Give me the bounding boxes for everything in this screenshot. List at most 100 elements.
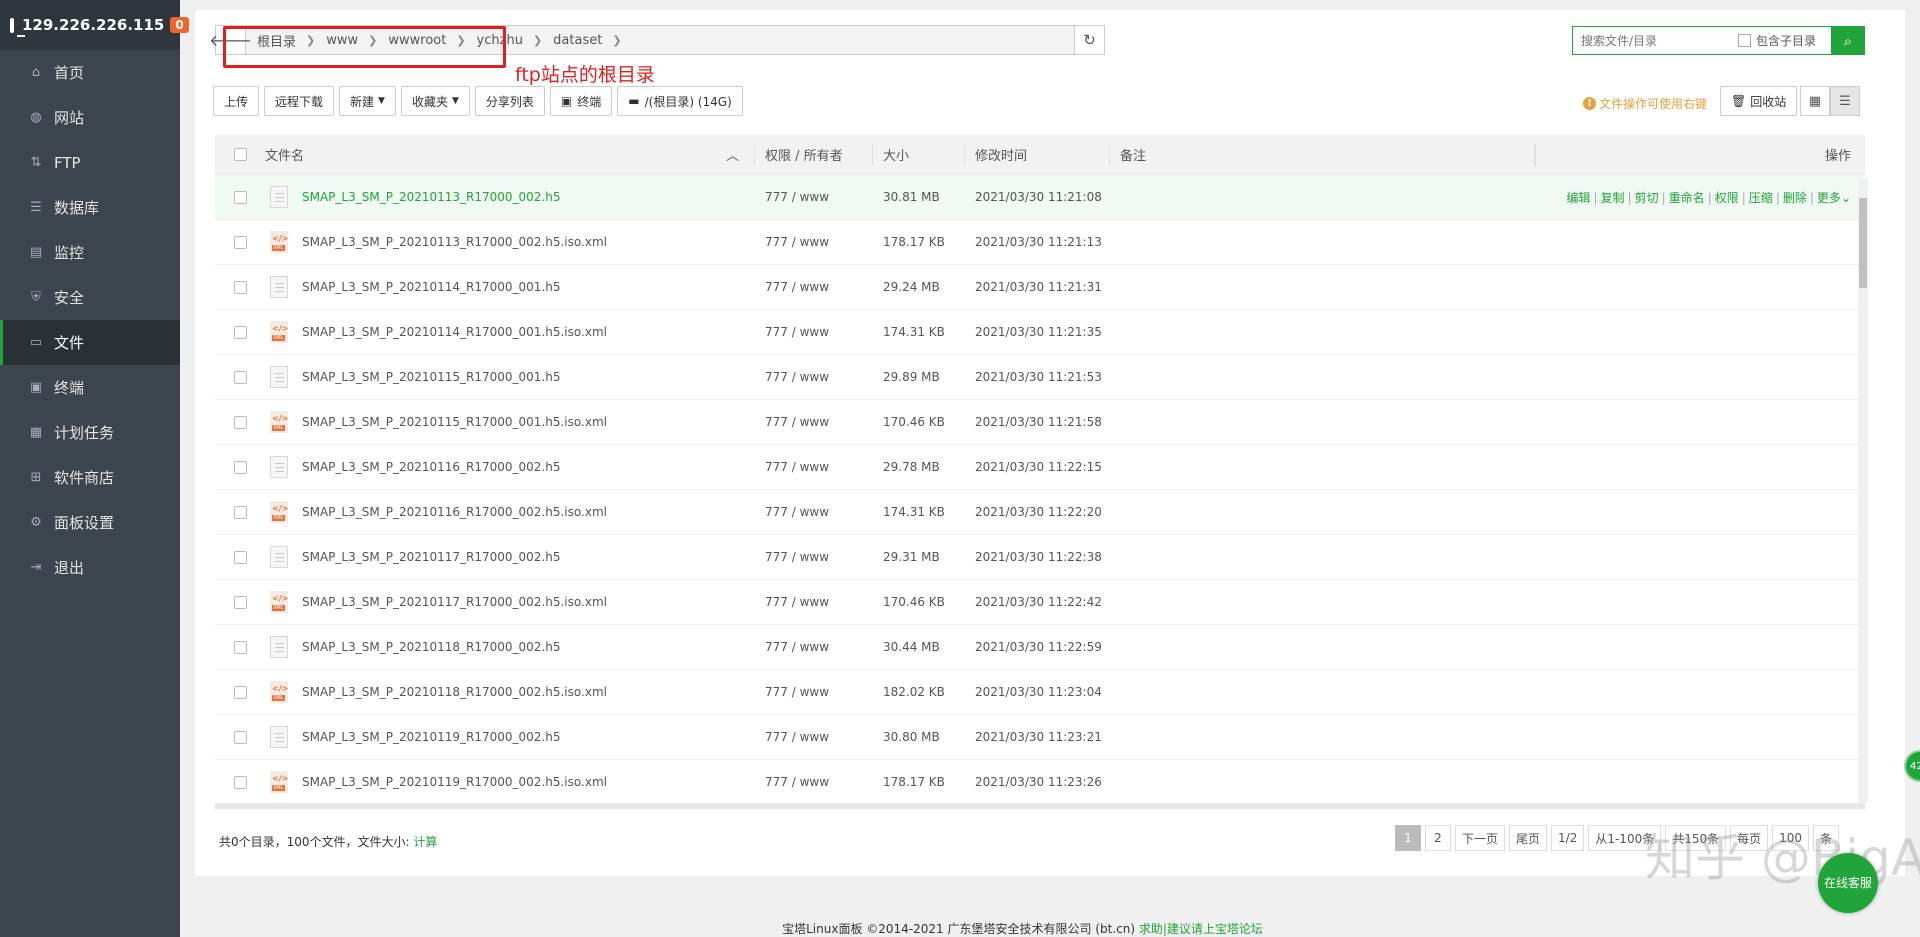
sidebar-item[interactable]: ⊞ 软件商店	[0, 455, 180, 500]
row-op-link[interactable]: 删除	[1783, 191, 1807, 205]
select-all-checkbox[interactable]	[215, 148, 265, 161]
checkbox-icon[interactable]	[233, 550, 247, 564]
sidebar-item[interactable]: ⚙ 面板设置	[0, 500, 180, 545]
favorites-dropdown-button[interactable]: 收藏夹 ▼	[400, 86, 470, 116]
file-name[interactable]: SMAP_L3_SM_P_20210113_R17000_002.h5	[302, 190, 561, 204]
file-perm[interactable]: 777 / www	[755, 370, 873, 384]
share-list-button[interactable]: 分享列表	[474, 86, 545, 116]
checkbox-icon[interactable]	[233, 640, 247, 654]
file-name[interactable]: SMAP_L3_SM_P_20210116_R17000_002.h5	[302, 460, 561, 474]
file-name[interactable]: SMAP_L3_SM_P_20210115_R17000_001.h5	[302, 370, 561, 384]
checkbox-icon[interactable]	[233, 415, 247, 429]
sidebar-item[interactable]: ⛨ 安全	[0, 275, 180, 320]
file-perm[interactable]: 777 / www	[755, 280, 873, 294]
checkbox-icon[interactable]	[233, 460, 247, 474]
row-op-link[interactable]: 剪切	[1635, 191, 1659, 205]
table-row[interactable]: SMAP_L3_SM_P_20210115_R17000_001.h5 777 /…	[215, 355, 1865, 400]
row-checkbox[interactable]	[215, 595, 265, 609]
remote-download-button[interactable]: 远程下载	[264, 86, 335, 116]
file-perm[interactable]: 777 / www	[755, 640, 873, 654]
file-name[interactable]: SMAP_L3_SM_P_20210114_R17000_001.h5.iso.…	[302, 325, 607, 339]
checkbox-icon[interactable]	[233, 190, 247, 204]
disk-button[interactable]: ▬ /(根目录) (14G)	[617, 86, 743, 116]
row-op-link[interactable]: 权限	[1715, 191, 1739, 205]
file-name-cell[interactable]: SMAP_L3_SM_P_20210119_R17000_002.h5	[265, 726, 755, 748]
search-button[interactable]: ⌕	[1831, 26, 1865, 55]
column-name[interactable]: 文件名 ︿	[265, 143, 755, 166]
column-perm[interactable]: 权限 / 所有者	[755, 143, 873, 166]
file-perm[interactable]: 777 / www	[755, 685, 873, 699]
file-perm[interactable]: 777 / www	[755, 775, 873, 789]
calculate-link[interactable]: 计算	[413, 835, 437, 849]
forum-link[interactable]: 求助|建议请上宝塔论坛	[1139, 922, 1263, 936]
sort-up-icon[interactable]: ︿	[726, 145, 739, 164]
file-name-cell[interactable]: SMAP_L3_SM_P_20210117_R17000_002.h5	[265, 546, 755, 568]
breadcrumb-segment[interactable]: dataset	[542, 33, 612, 48]
sidebar-item[interactable]: ▭ 文件	[0, 320, 180, 365]
list-view-icon[interactable]: ☰	[1830, 86, 1860, 116]
include-subdir-checkbox[interactable]: 包含子目录	[1738, 32, 1816, 49]
file-name-cell[interactable]: </> XML SMAP_L3_SM_P_20210116_R17000_002.h…	[265, 501, 755, 523]
sidebar-item[interactable]: ⌂ 首页	[0, 50, 180, 95]
vertical-scrollbar[interactable]	[1858, 178, 1868, 803]
side-float-badge[interactable]: 42	[1904, 750, 1920, 782]
table-row[interactable]: SMAP_L3_SM_P_20210117_R17000_002.h5 777 /…	[215, 535, 1865, 580]
file-perm[interactable]: 777 / www	[755, 595, 873, 609]
file-name-cell[interactable]: </> XML SMAP_L3_SM_P_20210117_R17000_002.h…	[265, 591, 755, 613]
search-input[interactable]	[1573, 33, 1738, 48]
file-name-cell[interactable]: </> XML SMAP_L3_SM_P_20210114_R17000_001.h…	[265, 321, 755, 343]
file-name-cell[interactable]: </> XML SMAP_L3_SM_P_20210115_R17000_001.h…	[265, 411, 755, 433]
row-op-link[interactable]: 编辑	[1566, 191, 1590, 205]
row-checkbox[interactable]	[215, 325, 265, 339]
table-row[interactable]: </> XML SMAP_L3_SM_P_20210119_R17000_002.h…	[215, 760, 1865, 803]
table-row[interactable]: SMAP_L3_SM_P_20210113_R17000_002.h5 777 /…	[215, 175, 1865, 220]
sidebar-item[interactable]: ▤ 监控	[0, 230, 180, 275]
checkbox-icon[interactable]	[233, 325, 247, 339]
sidebar-item[interactable]: ▣ 终端	[0, 365, 180, 410]
checkbox-icon[interactable]	[233, 595, 247, 609]
file-perm[interactable]: 777 / www	[755, 550, 873, 564]
row-checkbox[interactable]	[215, 775, 265, 789]
sidebar-item[interactable]: ☰ 数据库	[0, 185, 180, 230]
table-row[interactable]: SMAP_L3_SM_P_20210119_R17000_002.h5 777 /…	[215, 715, 1865, 760]
file-name-cell[interactable]: SMAP_L3_SM_P_20210114_R17000_001.h5	[265, 276, 755, 298]
file-perm[interactable]: 777 / www	[755, 460, 873, 474]
row-op-link[interactable]: 复制	[1601, 191, 1625, 205]
table-row[interactable]: SMAP_L3_SM_P_20210114_R17000_001.h5 777 /…	[215, 265, 1865, 310]
new-dropdown-button[interactable]: 新建 ▼	[339, 86, 396, 116]
table-row[interactable]: SMAP_L3_SM_P_20210118_R17000_002.h5 777 /…	[215, 625, 1865, 670]
file-name-cell[interactable]: </> XML SMAP_L3_SM_P_20210118_R17000_002.h…	[265, 681, 755, 703]
refresh-icon[interactable]: ↻	[1074, 26, 1104, 54]
checkbox-icon[interactable]	[233, 148, 247, 161]
table-row[interactable]: SMAP_L3_SM_P_20210116_R17000_002.h5 777 /…	[215, 445, 1865, 490]
file-name[interactable]: SMAP_L3_SM_P_20210117_R17000_002.h5	[302, 550, 561, 564]
pager-item[interactable]: 1/2	[1551, 825, 1585, 851]
row-op-link[interactable]: 压缩	[1749, 191, 1773, 205]
checkbox-icon[interactable]	[233, 685, 247, 699]
file-name[interactable]: SMAP_L3_SM_P_20210117_R17000_002.h5.iso.…	[302, 595, 607, 609]
file-name[interactable]: SMAP_L3_SM_P_20210119_R17000_002.h5	[302, 730, 561, 744]
checkbox-icon[interactable]	[233, 730, 247, 744]
file-perm[interactable]: 777 / www	[755, 190, 873, 204]
online-service-button[interactable]: 在线客服	[1818, 853, 1878, 913]
file-name[interactable]: SMAP_L3_SM_P_20210114_R17000_001.h5	[302, 280, 561, 294]
sidebar-item[interactable]: ◍ 网站	[0, 95, 180, 140]
file-perm[interactable]: 777 / www	[755, 730, 873, 744]
file-name[interactable]: SMAP_L3_SM_P_20210119_R17000_002.h5.iso.…	[302, 775, 607, 789]
file-name[interactable]: SMAP_L3_SM_P_20210113_R17000_002.h5.iso.…	[302, 235, 607, 249]
file-perm[interactable]: 777 / www	[755, 415, 873, 429]
checkbox-icon[interactable]	[233, 775, 247, 789]
row-checkbox[interactable]	[215, 370, 265, 384]
row-checkbox[interactable]	[215, 280, 265, 294]
file-name-cell[interactable]: </> XML SMAP_L3_SM_P_20210113_R17000_002.h…	[265, 231, 755, 253]
table-row[interactable]: </> XML SMAP_L3_SM_P_20210113_R17000_002.h…	[215, 220, 1865, 265]
recycle-bin-button[interactable]: 🗑 回收站	[1720, 86, 1798, 116]
table-row[interactable]: </> XML SMAP_L3_SM_P_20210114_R17000_001.h…	[215, 310, 1865, 355]
row-op-link[interactable]: 重命名	[1669, 191, 1705, 205]
pager-item[interactable]: 2	[1425, 825, 1451, 851]
table-row[interactable]: </> XML SMAP_L3_SM_P_20210117_R17000_002.h…	[215, 580, 1865, 625]
sidebar-item[interactable]: ⇥ 退出	[0, 545, 180, 590]
pager-item[interactable]: 下一页	[1455, 825, 1506, 851]
column-size[interactable]: 大小	[873, 143, 965, 166]
row-checkbox[interactable]	[215, 505, 265, 519]
